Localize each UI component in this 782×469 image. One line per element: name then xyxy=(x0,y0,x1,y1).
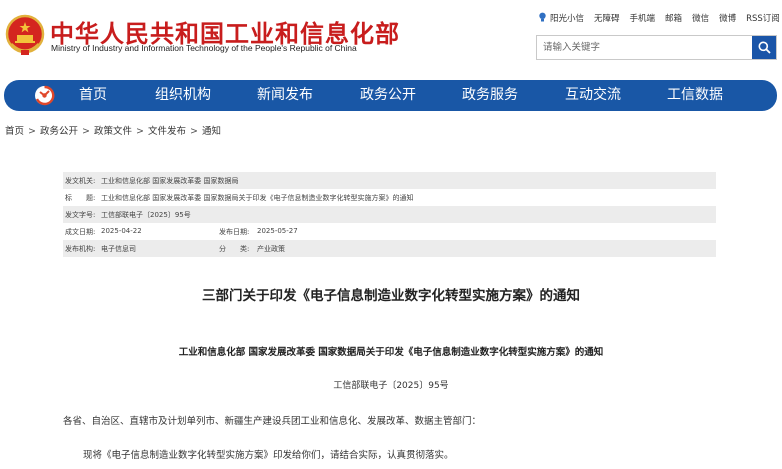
meta-title: 工业和信息化部 国家发展改革委 国家数据局关于印发《电子信息制造业数字化转型实施… xyxy=(101,194,414,202)
nav-organization[interactable]: 组织机构 xyxy=(155,80,211,111)
article-body-paragraph: 现将《电子信息制造业数字化转型实施方案》印发给你们，请结合实际，认真贯彻落实。 xyxy=(83,450,454,461)
wechat-link[interactable]: 微信 xyxy=(692,12,709,24)
meta-row-issuer: 发文机关: 工业和信息化部 国家发展改革委 国家数据局 xyxy=(63,172,716,189)
meta-row-docno: 发文字号: 工信部联电子〔2025〕95号 xyxy=(63,206,716,223)
meta-label: 发文字号: xyxy=(65,211,96,219)
meta-written-date: 2025-04-22 xyxy=(101,227,142,235)
meta-label: 发布日期: xyxy=(219,228,250,236)
meta-label: 发文机关: xyxy=(65,177,96,185)
breadcrumb-policy-documents[interactable]: 政策文件 xyxy=(94,126,132,137)
search-button[interactable] xyxy=(752,36,776,59)
top-links: 阳光小信 无障碍 手机端 邮箱 微信 微博 RSS订阅 xyxy=(538,12,780,24)
article-title: 三部门关于印发《电子信息制造业数字化转型实施方案》的通知 xyxy=(202,288,580,304)
lightbulb-icon xyxy=(539,12,546,22)
meta-category: 产业政策 xyxy=(257,245,285,253)
main-nav: 首页 组织机构 新闻发布 政务公开 政务服务 互动交流 工信数据 xyxy=(4,80,777,111)
chevron-right-icon: > xyxy=(135,126,144,137)
meta-label: 分 类: xyxy=(219,245,250,253)
ministry-logo-icon xyxy=(35,85,55,106)
national-emblem-icon[interactable] xyxy=(5,14,45,56)
site-header: 中华人民共和国工业和信息化部 Ministry of Industry and … xyxy=(0,0,782,80)
article-document-number: 工信部联电子〔2025〕95号 xyxy=(333,381,449,391)
meta-issuer: 工业和信息化部 国家发展改革委 国家数据局 xyxy=(101,177,239,185)
search-icon xyxy=(758,41,771,54)
document-meta-table: 发文机关: 工业和信息化部 国家发展改革委 国家数据局 标 题: 工业和信息化部… xyxy=(63,172,716,257)
sunshine-link[interactable]: 阳光小信 xyxy=(538,12,584,24)
meta-label: 发布机构: xyxy=(65,245,96,253)
meta-org: 电子信息司 xyxy=(101,245,136,253)
article-issuers-heading: 工业和信息化部 国家发展改革委 国家数据局关于印发《电子信息制造业数字化转型实施… xyxy=(178,347,604,358)
breadcrumb-notice[interactable]: 通知 xyxy=(202,126,221,137)
meta-row-org: 发布机构: 电子信息司 分 类: 产业政策 xyxy=(63,240,716,257)
breadcrumb-government-affairs[interactable]: 政务公开 xyxy=(40,126,78,137)
mailbox-link[interactable]: 邮箱 xyxy=(665,12,682,24)
meta-label: 成文日期: xyxy=(65,228,96,236)
nav-interaction[interactable]: 互动交流 xyxy=(565,80,621,111)
breadcrumb-document-release[interactable]: 文件发布 xyxy=(148,126,186,137)
top-link-label: 阳光小信 xyxy=(550,14,585,24)
weibo-link[interactable]: 微博 xyxy=(719,12,736,24)
mobile-link[interactable]: 手机端 xyxy=(630,12,656,24)
article-recipients: 各省、自治区、直辖市及计划单列市、新疆生产建设兵团工业和信息化、发展改革、数据主… xyxy=(63,416,482,427)
rss-link[interactable]: RSS订阅 xyxy=(746,12,780,24)
nav-data[interactable]: 工信数据 xyxy=(667,80,723,111)
site-subtitle: Ministry of Industry and Information Tec… xyxy=(51,43,357,53)
meta-row-title: 标 题: 工业和信息化部 国家发展改革委 国家数据局关于印发《电子信息制造业数字… xyxy=(63,189,716,206)
accessibility-link[interactable]: 无障碍 xyxy=(594,12,620,24)
meta-published-date: 2025-05-27 xyxy=(257,227,298,235)
nav-government-services[interactable]: 政务服务 xyxy=(462,80,518,111)
chevron-right-icon: > xyxy=(82,126,90,137)
nav-home[interactable]: 首页 xyxy=(79,80,107,111)
meta-label: 标 题: xyxy=(65,194,96,202)
breadcrumb: 首页 > 政务公开 > 政策文件 > 文件发布 > 通知 xyxy=(5,123,221,137)
breadcrumb-home[interactable]: 首页 xyxy=(5,126,24,137)
chevron-right-icon: > xyxy=(189,126,198,137)
search-input[interactable] xyxy=(537,36,751,59)
meta-docno: 工信部联电子〔2025〕95号 xyxy=(101,211,191,219)
meta-row-dates: 成文日期: 2025-04-22 发布日期: 2025-05-27 xyxy=(63,223,716,240)
nav-news[interactable]: 新闻发布 xyxy=(257,80,313,111)
nav-government-affairs[interactable]: 政务公开 xyxy=(360,80,416,111)
search-box xyxy=(536,35,777,60)
chevron-right-icon: > xyxy=(28,126,36,137)
